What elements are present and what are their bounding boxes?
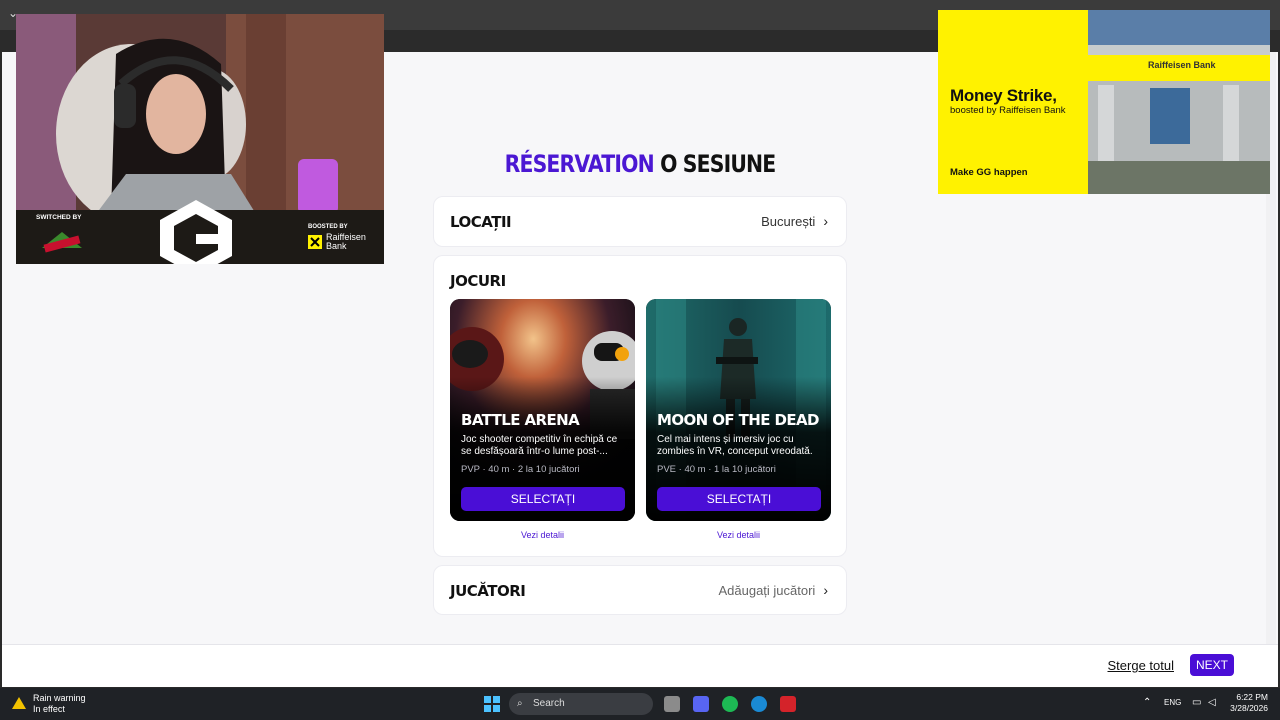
next-button[interactable]: NEXT [1190,654,1234,676]
clear-all-link[interactable]: Sterge totul [1108,658,1175,673]
chevron-right-icon: › [823,213,828,229]
location-card[interactable]: LOCAȚII București › [433,196,847,247]
weather-title: Rain warning [33,693,86,703]
bank-sign-text: Raiffeisen Bank [1148,60,1216,70]
ad-subtitle: boosted by Raiffeisen Bank [950,105,1066,116]
clock-time: 6:22 PM [1236,692,1268,702]
game-title: BATTLE ARENA [461,411,580,429]
location-value-row[interactable]: București › [761,213,828,229]
location-label: LOCAȚII [450,213,512,231]
search-icon: ⌕ [517,698,523,709]
windows-start-icon[interactable] [484,696,500,712]
taskbar: Rain warning In effect ⌕ Search ⌃ ENG ▭ … [0,688,1280,720]
boosted-by-label: BOOSTED BY [308,224,348,230]
ad-title: Money Strike, [950,86,1057,105]
footer-bar: Sterge totul NEXT [2,644,1278,687]
game-details-link[interactable]: Vezi detalii [450,530,635,540]
game-details-link[interactable]: Vezi detalii [646,530,831,540]
spotify-icon[interactable] [722,696,738,712]
search-label: Search [533,698,565,709]
clock[interactable]: 6:22 PM 3/28/2026 [1230,692,1268,714]
game-card-battle-arena[interactable]: BATTLE ARENA Joc shooter competitiv în e… [450,299,635,521]
taskbar-search[interactable]: ⌕ Search [509,693,653,715]
weather-subtitle: In effect [33,704,65,714]
raiffeisen-label: Raiffeisen Bank [326,232,366,251]
file-explorer-icon[interactable] [664,696,680,712]
sponsor-ad-overlay: Money Strike, boosted by Raiffeisen Bank… [938,10,1270,194]
raiffeisen-logo-icon [308,235,322,249]
edge-icon[interactable] [751,696,767,712]
game-meta: PVP · 40 m · 2 la 10 jucători [461,464,580,475]
network-icon[interactable]: ▭ [1192,697,1201,708]
page-title-rest: O SESIUNE [660,150,776,178]
players-label: JUCĂTORI [450,582,526,600]
volume-icon[interactable]: ◁ [1208,697,1216,708]
webcam-overlay: SWITCHED BY BOOSTED BY Raiffeisen Bank [16,14,384,264]
players-card[interactable]: JUCĂTORI Adăugați jucători › [433,565,847,615]
location-value: București [761,213,816,229]
mountain-dew-logo [42,232,82,253]
clock-date: 3/28/2026 [1230,703,1268,713]
game-card-moon-of-the-dead[interactable]: MOON OF THE DEAD Cel mai intens și imers… [646,299,831,521]
ad-tagline: Make GG happen [950,167,1028,178]
games-label: JOCURI [450,272,506,290]
page-title-accent: RÉSERVATION [504,150,655,178]
wps-office-icon[interactable] [780,696,796,712]
select-game-button[interactable]: SELECTAȚI [657,487,821,511]
players-value: Adăugați jucători [718,582,816,598]
language-indicator[interactable]: ENG [1164,698,1181,707]
warning-icon [12,697,26,709]
game-meta: PVE · 40 m · 1 la 10 jucători [657,464,776,475]
switched-by-label: SWITCHED BY [36,214,82,221]
discord-icon[interactable] [693,696,709,712]
game-title: MOON OF THE DEAD [657,411,819,429]
game-description: Cel mai intens și imersiv joc cu zombies… [657,434,813,457]
games-card: JOCURI BATTLE ARENA Joc shooter competit… [433,255,847,557]
select-game-button[interactable]: SELECTAȚI [461,487,625,511]
tray-chevron-up-icon[interactable]: ⌃ [1143,697,1151,708]
ad-yellow-panel: Money Strike, boosted by Raiffeisen Bank… [938,10,1088,194]
game-description: Joc shooter competitiv în echipă ce se d… [461,434,618,457]
chevron-right-icon: › [823,582,828,598]
bank-sign: Raiffeisen Bank [1148,60,1218,70]
players-value-row[interactable]: Adăugați jucători › [718,582,828,598]
gg-logo [160,200,232,264]
